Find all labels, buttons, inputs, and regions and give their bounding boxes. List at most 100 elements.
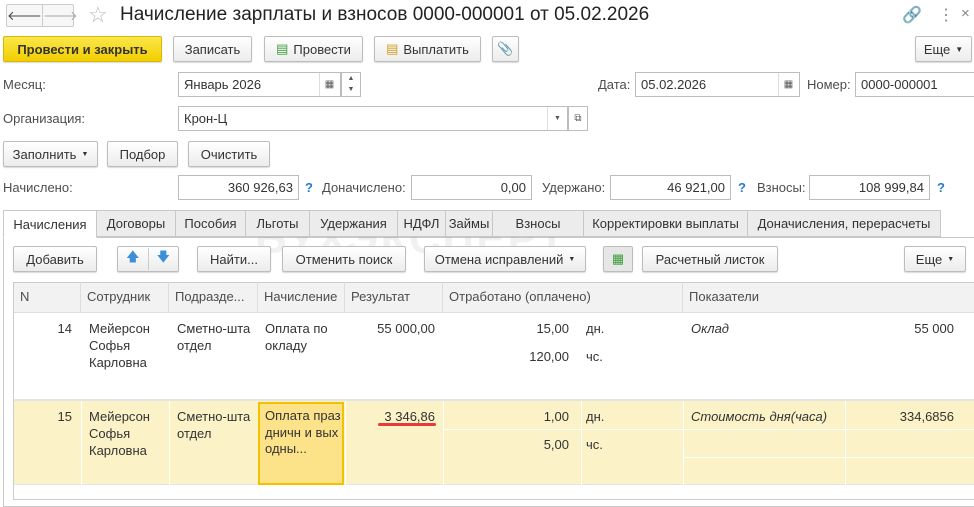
tab-privileges[interactable]: Льготы	[245, 210, 310, 237]
add-button[interactable]: Добавить	[13, 246, 97, 272]
table-more-button[interactable]: Еще ▼	[904, 246, 966, 272]
col-n[interactable]: N	[14, 282, 81, 313]
contrib-label: Взносы:	[757, 180, 806, 195]
row-dept: Сметно-шта отдел	[177, 321, 251, 353]
label: Заполнить	[12, 146, 77, 162]
forward-arrow-icon[interactable]: 🡒	[43, 5, 78, 26]
add-table-button[interactable]: ▦	[603, 246, 633, 272]
post-and-close-button[interactable]: Провести и закрыть	[3, 36, 162, 62]
value: Январь 2026	[184, 77, 262, 92]
col-employee[interactable]: Сотрудник	[81, 282, 169, 313]
label: Подбор	[119, 146, 166, 162]
link-icon[interactable]: 🔗	[902, 5, 922, 25]
month-label: Месяц:	[3, 77, 46, 92]
table-row[interactable]: 14 Мейерсон Софья Карловна Сметно-шта от…	[14, 313, 974, 400]
contrib-field: 108 999,84	[809, 175, 930, 200]
col-indicators[interactable]: Показатели	[683, 282, 974, 313]
payslip-button[interactable]: Расчетный листок	[642, 246, 778, 272]
row-days: 15,00	[536, 321, 569, 336]
favorite-star-icon[interactable]: ☆	[88, 2, 108, 28]
row-hours: 5,00	[543, 437, 569, 452]
open-icon[interactable]: ⧉	[568, 106, 588, 131]
row-grid	[683, 401, 684, 485]
value: 360 926,63	[227, 180, 293, 195]
tab-loans[interactable]: Займы	[445, 210, 493, 237]
help-icon[interactable]: ?	[937, 180, 945, 195]
label: Добавить	[26, 251, 84, 267]
tab-accruals[interactable]: Начисления	[3, 210, 97, 238]
row-grid	[169, 401, 170, 485]
calendar-icon[interactable]: ▦	[319, 73, 339, 96]
move-buttons: 🡅 🡇	[117, 246, 179, 272]
label: Найти...	[210, 251, 258, 267]
row-hours-unit: чс.	[586, 349, 603, 364]
accrued-label: Начислено:	[3, 180, 73, 195]
row-n: 15	[57, 409, 72, 424]
save-button[interactable]: Записать	[173, 36, 252, 62]
col-worked[interactable]: Отработано (оплачено)	[443, 282, 683, 313]
row-dept: Сметно-шта отдел	[177, 409, 251, 441]
row-employee: Мейерсон Софья Карловна	[89, 321, 150, 370]
row-accrual: Оплата по окладу	[265, 321, 328, 353]
org-field[interactable]: Крон-Ц	[178, 106, 568, 131]
dropdown-icon[interactable]: ▼	[547, 107, 567, 130]
cancel-search-button[interactable]: Отменить поиск	[282, 246, 406, 272]
tab-ndfl[interactable]: НДФЛ	[397, 210, 446, 237]
label: Еще	[923, 41, 951, 57]
value: 0,00	[500, 180, 526, 195]
value: 46 921,00	[667, 180, 725, 195]
value: 05.02.2026	[641, 77, 707, 92]
chevron-down-icon: ▼	[81, 150, 89, 158]
post-button[interactable]: ▤ Провести	[264, 36, 363, 62]
col-dept[interactable]: Подразде...	[169, 282, 258, 313]
row-n: 14	[57, 321, 72, 336]
month-spinner[interactable]: ▲ ▼	[341, 72, 361, 97]
tab-payment-corrections[interactable]: Корректировки выплаты	[583, 210, 748, 237]
chevron-down-icon: ▼	[568, 255, 576, 263]
calendar-icon[interactable]: ▦	[778, 73, 798, 96]
row-grid	[581, 401, 582, 485]
help-icon[interactable]: ?	[738, 180, 746, 195]
help-icon[interactable]: ?	[305, 180, 313, 195]
find-button[interactable]: Найти...	[197, 246, 271, 272]
paperclip-icon: 📎	[497, 41, 514, 56]
label: Провести и закрыть	[17, 41, 148, 57]
more-button[interactable]: Еще ▼	[915, 36, 972, 62]
tab-recalculations[interactable]: Доначисления, перерасчеты	[747, 210, 941, 237]
attach-button[interactable]: 📎	[492, 36, 519, 62]
tab-contributions[interactable]: Взносы	[492, 210, 584, 237]
value: 0000-000001	[861, 77, 938, 92]
table-row-selected[interactable]: 15 Мейерсон Софья Карловна Сметно-шта от…	[14, 400, 974, 485]
tab-benefits[interactable]: Пособия	[175, 210, 246, 237]
row-indicator: Оклад	[691, 321, 729, 336]
row-grid	[443, 401, 444, 485]
row-indicator-value: 55 000	[914, 321, 954, 336]
row-indicator: Стоимость дня(часа)	[691, 409, 828, 424]
col-result[interactable]: Результат	[345, 282, 443, 313]
date-field[interactable]: 05.02.2026	[635, 72, 800, 97]
chevron-down-icon: ▼	[955, 44, 964, 54]
page-title: Начисление зарплаты и взносов 0000-00000…	[120, 4, 650, 25]
arrow-up-icon[interactable]: 🡅	[118, 248, 149, 270]
arrow-down-icon[interactable]: 🡇	[149, 248, 179, 270]
label: Отмена исправлений	[434, 251, 564, 267]
label: Отменить поиск	[295, 251, 393, 267]
cancel-fix-button[interactable]: Отмена исправлений ▼	[424, 246, 586, 272]
value: 108 999,84	[858, 180, 924, 195]
back-arrow-icon[interactable]: 🡐	[7, 5, 43, 26]
more-menu-icon[interactable]: ⋮	[938, 5, 954, 25]
row-result: 55 000,00	[377, 321, 435, 336]
select-button[interactable]: Подбор	[107, 141, 178, 167]
pay-button[interactable]: ▤ Выплатить	[374, 36, 481, 62]
month-field[interactable]: Январь 2026	[178, 72, 341, 97]
close-icon[interactable]: ×	[961, 5, 970, 22]
tab-contracts[interactable]: Договоры	[96, 210, 176, 237]
col-accrual[interactable]: Начисление	[258, 282, 345, 313]
number-field[interactable]: 0000-000001	[855, 72, 974, 97]
clear-button[interactable]: Очистить	[188, 141, 270, 167]
row-accrual: Оплата праздничн и выходны...	[265, 408, 341, 456]
tab-deductions[interactable]: Удержания	[309, 210, 398, 237]
fill-button[interactable]: Заполнить ▼	[3, 141, 98, 167]
value: Крон-Ц	[184, 111, 228, 126]
row-grid	[443, 429, 683, 430]
